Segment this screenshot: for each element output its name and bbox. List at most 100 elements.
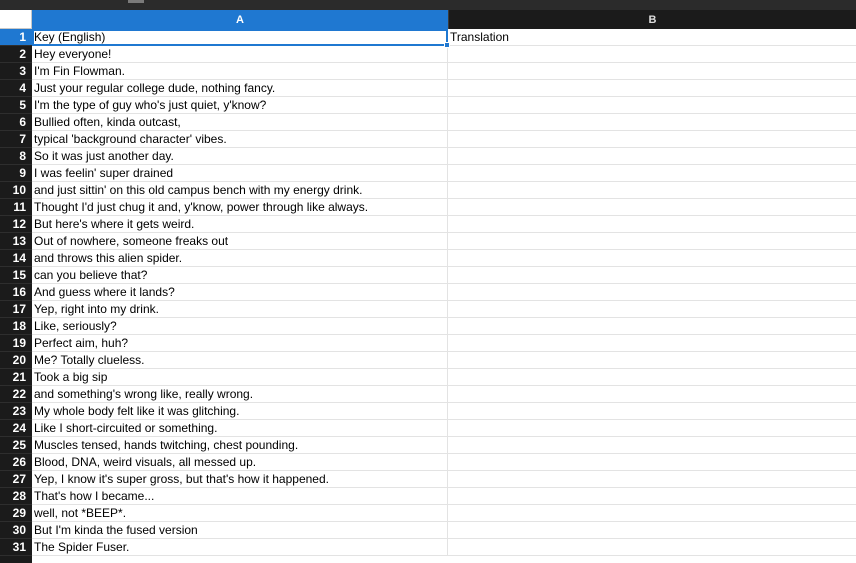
row-header[interactable]: 11 xyxy=(0,199,32,216)
cell-column-b[interactable] xyxy=(448,352,856,369)
cell-column-a[interactable]: Took a big sip xyxy=(32,369,448,386)
row-header[interactable]: 3 xyxy=(0,63,32,80)
select-all-corner[interactable] xyxy=(0,10,32,29)
row-header[interactable]: 5 xyxy=(0,97,32,114)
cell-column-a[interactable]: I'm Fin Flowman. xyxy=(32,63,448,80)
cell-column-a[interactable]: That's how I became... xyxy=(32,488,448,505)
cell-column-a[interactable]: Me? Totally clueless. xyxy=(32,352,448,369)
cell-column-b[interactable] xyxy=(448,97,856,114)
cell-column-b[interactable] xyxy=(448,131,856,148)
row-header[interactable]: 6 xyxy=(0,114,32,131)
row-header[interactable]: 20 xyxy=(0,352,32,369)
cell-column-a[interactable]: Yep, I know it's super gross, but that's… xyxy=(32,471,448,488)
row-header[interactable]: 28 xyxy=(0,488,32,505)
cell-column-a[interactable]: well, not *BEEP*. xyxy=(32,505,448,522)
cell-column-a[interactable]: and throws this alien spider. xyxy=(32,250,448,267)
cell-column-a[interactable]: I was feelin' super drained xyxy=(32,165,448,182)
cell-column-b[interactable] xyxy=(448,114,856,131)
row-header[interactable]: 21 xyxy=(0,369,32,386)
cell-column-b[interactable] xyxy=(448,386,856,403)
row-header[interactable]: 10 xyxy=(0,182,32,199)
cell-column-a[interactable]: and just sittin' on this old campus benc… xyxy=(32,182,448,199)
cell-column-b[interactable] xyxy=(448,233,856,250)
cell-column-a[interactable]: Muscles tensed, hands twitching, chest p… xyxy=(32,437,448,454)
cell-column-b[interactable] xyxy=(448,46,856,63)
cell-column-b[interactable] xyxy=(448,505,856,522)
cell-column-b[interactable] xyxy=(448,182,856,199)
cell-column-a[interactable]: Like I short-circuited or something. xyxy=(32,420,448,437)
cell-column-a[interactable]: and something's wrong like, really wrong… xyxy=(32,386,448,403)
cell-column-a[interactable]: So it was just another day. xyxy=(32,148,448,165)
row-header[interactable]: 27 xyxy=(0,471,32,488)
cell-column-b[interactable] xyxy=(448,471,856,488)
cell-column-b[interactable] xyxy=(448,250,856,267)
cell-column-a[interactable]: Out of nowhere, someone freaks out xyxy=(32,233,448,250)
row-header[interactable]: 26 xyxy=(0,454,32,471)
cell-column-a[interactable]: can you believe that? xyxy=(32,267,448,284)
row-header[interactable]: 7 xyxy=(0,131,32,148)
table-row: 8 So it was just another day. xyxy=(0,148,856,165)
cell-column-a[interactable]: Yep, right into my drink. xyxy=(32,301,448,318)
cell-column-b[interactable] xyxy=(448,216,856,233)
cell-column-b[interactable] xyxy=(448,199,856,216)
cell-column-a[interactable]: Bullied often, kinda outcast, xyxy=(32,114,448,131)
cell-column-b[interactable] xyxy=(448,369,856,386)
cell-column-a[interactable]: And guess where it lands? xyxy=(32,284,448,301)
row-header[interactable]: 8 xyxy=(0,148,32,165)
row-header[interactable]: 23 xyxy=(0,403,32,420)
cell-column-a[interactable]: Just your regular college dude, nothing … xyxy=(32,80,448,97)
cell-column-a[interactable]: The Spider Fuser. xyxy=(32,539,448,556)
cell-column-b[interactable] xyxy=(448,165,856,182)
row-header[interactable]: 31 xyxy=(0,539,32,556)
row-header[interactable]: 2 xyxy=(0,46,32,63)
table-row: 20 Me? Totally clueless. xyxy=(0,352,856,369)
row-header[interactable]: 15 xyxy=(0,267,32,284)
table-row: 29 well, not *BEEP*. xyxy=(0,505,856,522)
column-header-a[interactable]: A xyxy=(32,10,448,29)
cell-column-a[interactable]: I'm the type of guy who's just quiet, y'… xyxy=(32,97,448,114)
cell-a1-selected[interactable]: Key (English) xyxy=(32,29,448,46)
cell-column-a[interactable]: Like, seriously? xyxy=(32,318,448,335)
row-header[interactable]: 19 xyxy=(0,335,32,352)
column-header-b[interactable]: B xyxy=(448,10,856,29)
row-header[interactable]: 25 xyxy=(0,437,32,454)
row-header[interactable]: 18 xyxy=(0,318,32,335)
row-header[interactable]: 24 xyxy=(0,420,32,437)
cell-column-a[interactable]: Perfect aim, huh? xyxy=(32,335,448,352)
row-header[interactable]: 29 xyxy=(0,505,32,522)
cell-column-b[interactable] xyxy=(448,148,856,165)
cell-column-a[interactable]: Hey everyone! xyxy=(32,46,448,63)
cell-column-b[interactable] xyxy=(448,488,856,505)
row-header[interactable]: 30 xyxy=(0,522,32,539)
cell-column-b[interactable] xyxy=(448,301,856,318)
cell-column-a[interactable]: But I'm kinda the fused version xyxy=(32,522,448,539)
row-header[interactable]: 17 xyxy=(0,301,32,318)
cell-column-b[interactable] xyxy=(448,284,856,301)
row-header[interactable]: 14 xyxy=(0,250,32,267)
cell-column-a[interactable]: But here's where it gets weird. xyxy=(32,216,448,233)
row-header[interactable]: 22 xyxy=(0,386,32,403)
cell-column-a[interactable]: typical 'background character' vibes. xyxy=(32,131,448,148)
cell-column-b[interactable] xyxy=(448,522,856,539)
cell-column-a[interactable]: My whole body felt like it was glitching… xyxy=(32,403,448,420)
cell-column-b[interactable] xyxy=(448,539,856,556)
row-header[interactable]: 16 xyxy=(0,284,32,301)
cell-column-b[interactable] xyxy=(448,420,856,437)
cell-column-b[interactable] xyxy=(448,63,856,80)
cell-column-a[interactable]: Thought I'd just chug it and, y'know, po… xyxy=(32,199,448,216)
fill-handle[interactable] xyxy=(444,42,450,48)
cell-column-b[interactable] xyxy=(448,318,856,335)
cell-column-b[interactable] xyxy=(448,454,856,471)
row-header[interactable]: 13 xyxy=(0,233,32,250)
cell-column-b[interactable] xyxy=(448,437,856,454)
row-header[interactable]: 9 xyxy=(0,165,32,182)
cell-column-b[interactable] xyxy=(448,267,856,284)
cell-column-b[interactable] xyxy=(448,403,856,420)
row-header[interactable]: 12 xyxy=(0,216,32,233)
cell-column-a[interactable]: Blood, DNA, weird visuals, all messed up… xyxy=(32,454,448,471)
row-header[interactable]: 4 xyxy=(0,80,32,97)
cell-column-b[interactable] xyxy=(448,335,856,352)
cell-column-b[interactable] xyxy=(448,80,856,97)
row-header[interactable]: 1 xyxy=(0,29,32,46)
cell-column-b[interactable]: Translation xyxy=(448,29,856,46)
